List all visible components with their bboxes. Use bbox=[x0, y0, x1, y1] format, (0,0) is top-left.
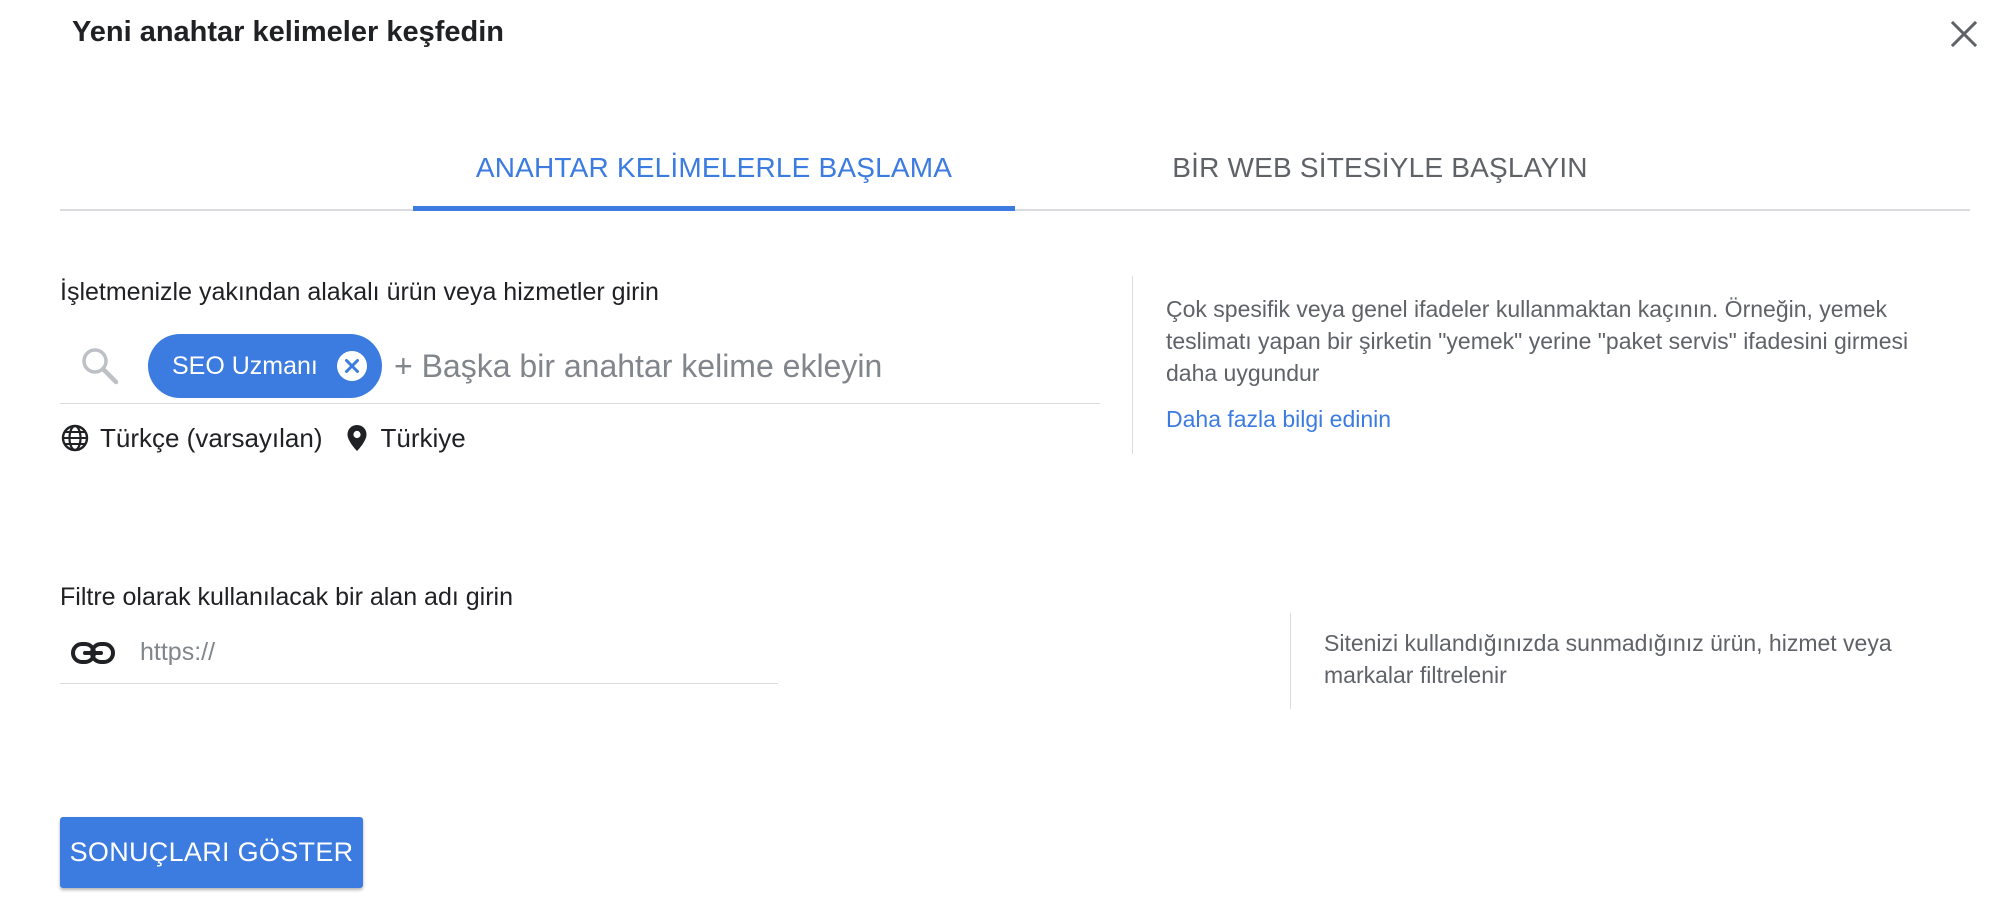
language-selector[interactable]: Türkçe (varsayılan) bbox=[60, 423, 323, 454]
keyword-chip-label: SEO Uzmanı bbox=[172, 351, 318, 380]
close-button[interactable] bbox=[1944, 14, 1984, 54]
close-circle-icon bbox=[337, 351, 367, 381]
keyword-input[interactable] bbox=[394, 340, 1084, 392]
vertical-divider bbox=[1290, 613, 1291, 709]
dialog-title: Yeni anahtar kelimeler keşfedin bbox=[72, 16, 504, 48]
close-icon bbox=[1950, 20, 1978, 48]
search-icon bbox=[82, 348, 119, 385]
learn-more-link[interactable]: Daha fazla bilgi edinin bbox=[1166, 406, 1391, 433]
keyword-planner-dialog: Yeni anahtar kelimeler keşfedin ANAHTAR … bbox=[0, 0, 2010, 914]
vertical-divider bbox=[1132, 276, 1133, 454]
keywords-help-text: Çok spesifik veya genel ifadeler kullanm… bbox=[1166, 296, 1909, 386]
tab-bar: ANAHTAR KELİMELERLE BAŞLAMA BİR WEB SİTE… bbox=[60, 125, 1970, 211]
tab-start-with-website[interactable]: BİR WEB SİTESİYLE BAŞLAYIN bbox=[1080, 125, 1680, 211]
location-label: Türkiye bbox=[380, 422, 466, 453]
domain-entry-field[interactable] bbox=[60, 622, 778, 684]
domain-help-text: Sitenizi kullandığınızda sunmadığınız ür… bbox=[1324, 630, 1892, 688]
keyword-chip[interactable]: SEO Uzmanı bbox=[148, 334, 382, 398]
keywords-section-label: İşletmenizle yakından alakalı ürün veya … bbox=[60, 278, 659, 306]
location-selector[interactable]: Türkiye bbox=[343, 423, 466, 454]
active-tab-indicator bbox=[413, 206, 1015, 211]
domain-section-label: Filtre olarak kullanılacak bir alan adı … bbox=[60, 583, 513, 611]
link-icon bbox=[71, 642, 115, 664]
show-results-button[interactable]: SONUÇLARI GÖSTER bbox=[60, 817, 363, 888]
tab-start-with-keywords[interactable]: ANAHTAR KELİMELERLE BAŞLAMA bbox=[413, 125, 1015, 211]
globe-icon bbox=[61, 424, 89, 452]
language-label: Türkçe (varsayılan) bbox=[100, 422, 323, 453]
location-pin-icon bbox=[347, 425, 366, 451]
domain-input[interactable] bbox=[140, 630, 760, 674]
chip-remove-button[interactable] bbox=[336, 350, 368, 382]
keyword-entry-field[interactable]: SEO Uzmanı bbox=[60, 330, 1100, 404]
targeting-row: Türkçe (varsayılan) Türkiye bbox=[60, 420, 486, 456]
